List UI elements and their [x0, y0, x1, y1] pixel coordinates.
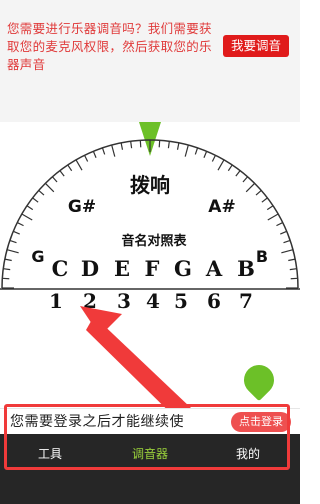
- highlight-frame: [4, 404, 290, 470]
- start-tuning-button[interactable]: 我要调音: [223, 35, 289, 57]
- permission-message: 您需要进行乐器调音吗？我们需要获取您的麦克风权限，然后获取您的乐器声音: [7, 21, 212, 72]
- permission-banner: 您需要进行乐器调音吗？我们需要获取您的麦克风权限，然后获取您的乐器声音 我要调音: [0, 0, 300, 122]
